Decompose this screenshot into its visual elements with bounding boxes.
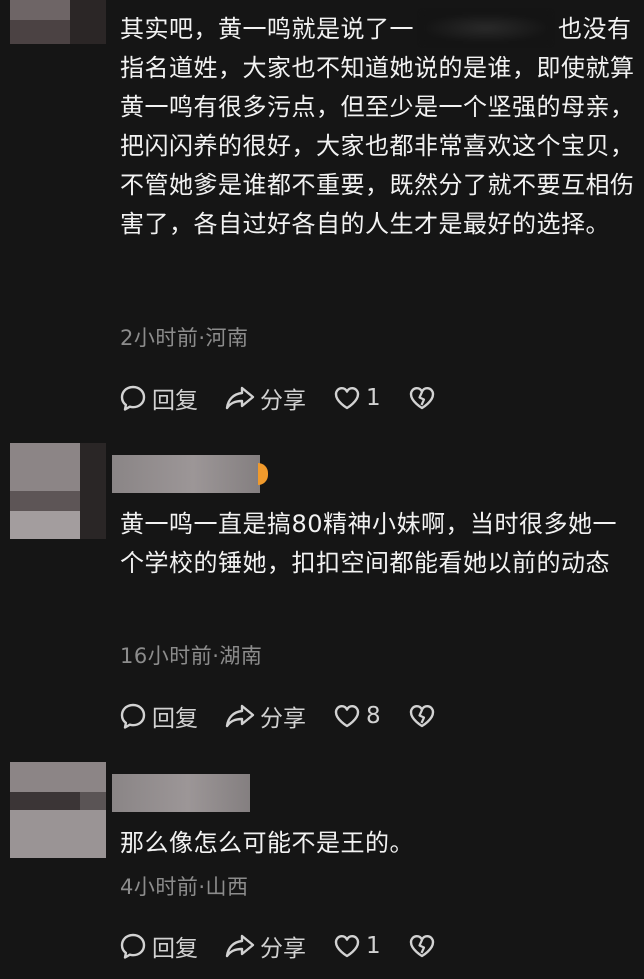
comment-actions: 回复 分享 1 (118, 381, 463, 415)
share-button[interactable]: 分享 (224, 381, 306, 415)
reply-label: 回复 (152, 706, 198, 732)
reply-label: 回复 (152, 936, 198, 962)
comment-actions: 回复 分享 1 (118, 929, 463, 963)
share-icon (224, 383, 256, 413)
share-icon (224, 931, 256, 961)
like-button[interactable]: 1 (332, 931, 381, 961)
comment-text: 其实吧，黄一鸣就是说了一 也没有指名道姓，大家也不知道她说的是谁，即使就算黄一鸣有… (120, 13, 635, 238)
like-count: 1 (366, 933, 381, 959)
redacted-text (422, 13, 550, 43)
reply-button[interactable]: 回复 (118, 699, 198, 733)
like-count: 1 (366, 385, 381, 411)
dislike-icon (407, 701, 437, 731)
reply-button[interactable]: 回复 (118, 381, 198, 415)
dislike-button[interactable] (407, 383, 437, 413)
username-redacted[interactable] (112, 455, 260, 493)
reply-icon (118, 931, 148, 961)
dislike-icon (407, 931, 437, 961)
comment-meta: 4小时前·山西 (120, 875, 249, 899)
comment-text: 黄一鸣一直是搞80精神小妹啊，当时很多她一个学校的锤她，扣扣空间都能看她以前的动… (120, 510, 618, 577)
dislike-button[interactable] (407, 931, 437, 961)
share-label: 分享 (260, 936, 306, 962)
avatar[interactable] (10, 443, 106, 539)
username-redacted[interactable] (112, 774, 250, 812)
like-count: 8 (366, 703, 381, 729)
reply-icon (118, 383, 148, 413)
share-icon (224, 701, 256, 731)
share-button[interactable]: 分享 (224, 699, 306, 733)
dislike-icon (407, 383, 437, 413)
share-label: 分享 (260, 388, 306, 414)
share-label: 分享 (260, 706, 306, 732)
like-icon (332, 701, 362, 731)
share-button[interactable]: 分享 (224, 929, 306, 963)
like-button[interactable]: 8 (332, 701, 381, 731)
comment-actions: 回复 分享 8 (118, 699, 463, 733)
reply-icon (118, 701, 148, 731)
like-button[interactable]: 1 (332, 383, 381, 413)
comment-text: 那么像怎么可能不是王的。 (120, 829, 414, 857)
like-icon (332, 931, 362, 961)
dislike-button[interactable] (407, 701, 437, 731)
badge-icon (258, 463, 268, 485)
like-icon (332, 383, 362, 413)
reply-label: 回复 (152, 388, 198, 414)
reply-button[interactable]: 回复 (118, 929, 198, 963)
comment-meta: 2小时前·河南 (120, 326, 249, 350)
comment-meta: 16小时前·湖南 (120, 644, 263, 668)
avatar[interactable] (10, 762, 106, 858)
avatar[interactable] (10, 0, 106, 44)
